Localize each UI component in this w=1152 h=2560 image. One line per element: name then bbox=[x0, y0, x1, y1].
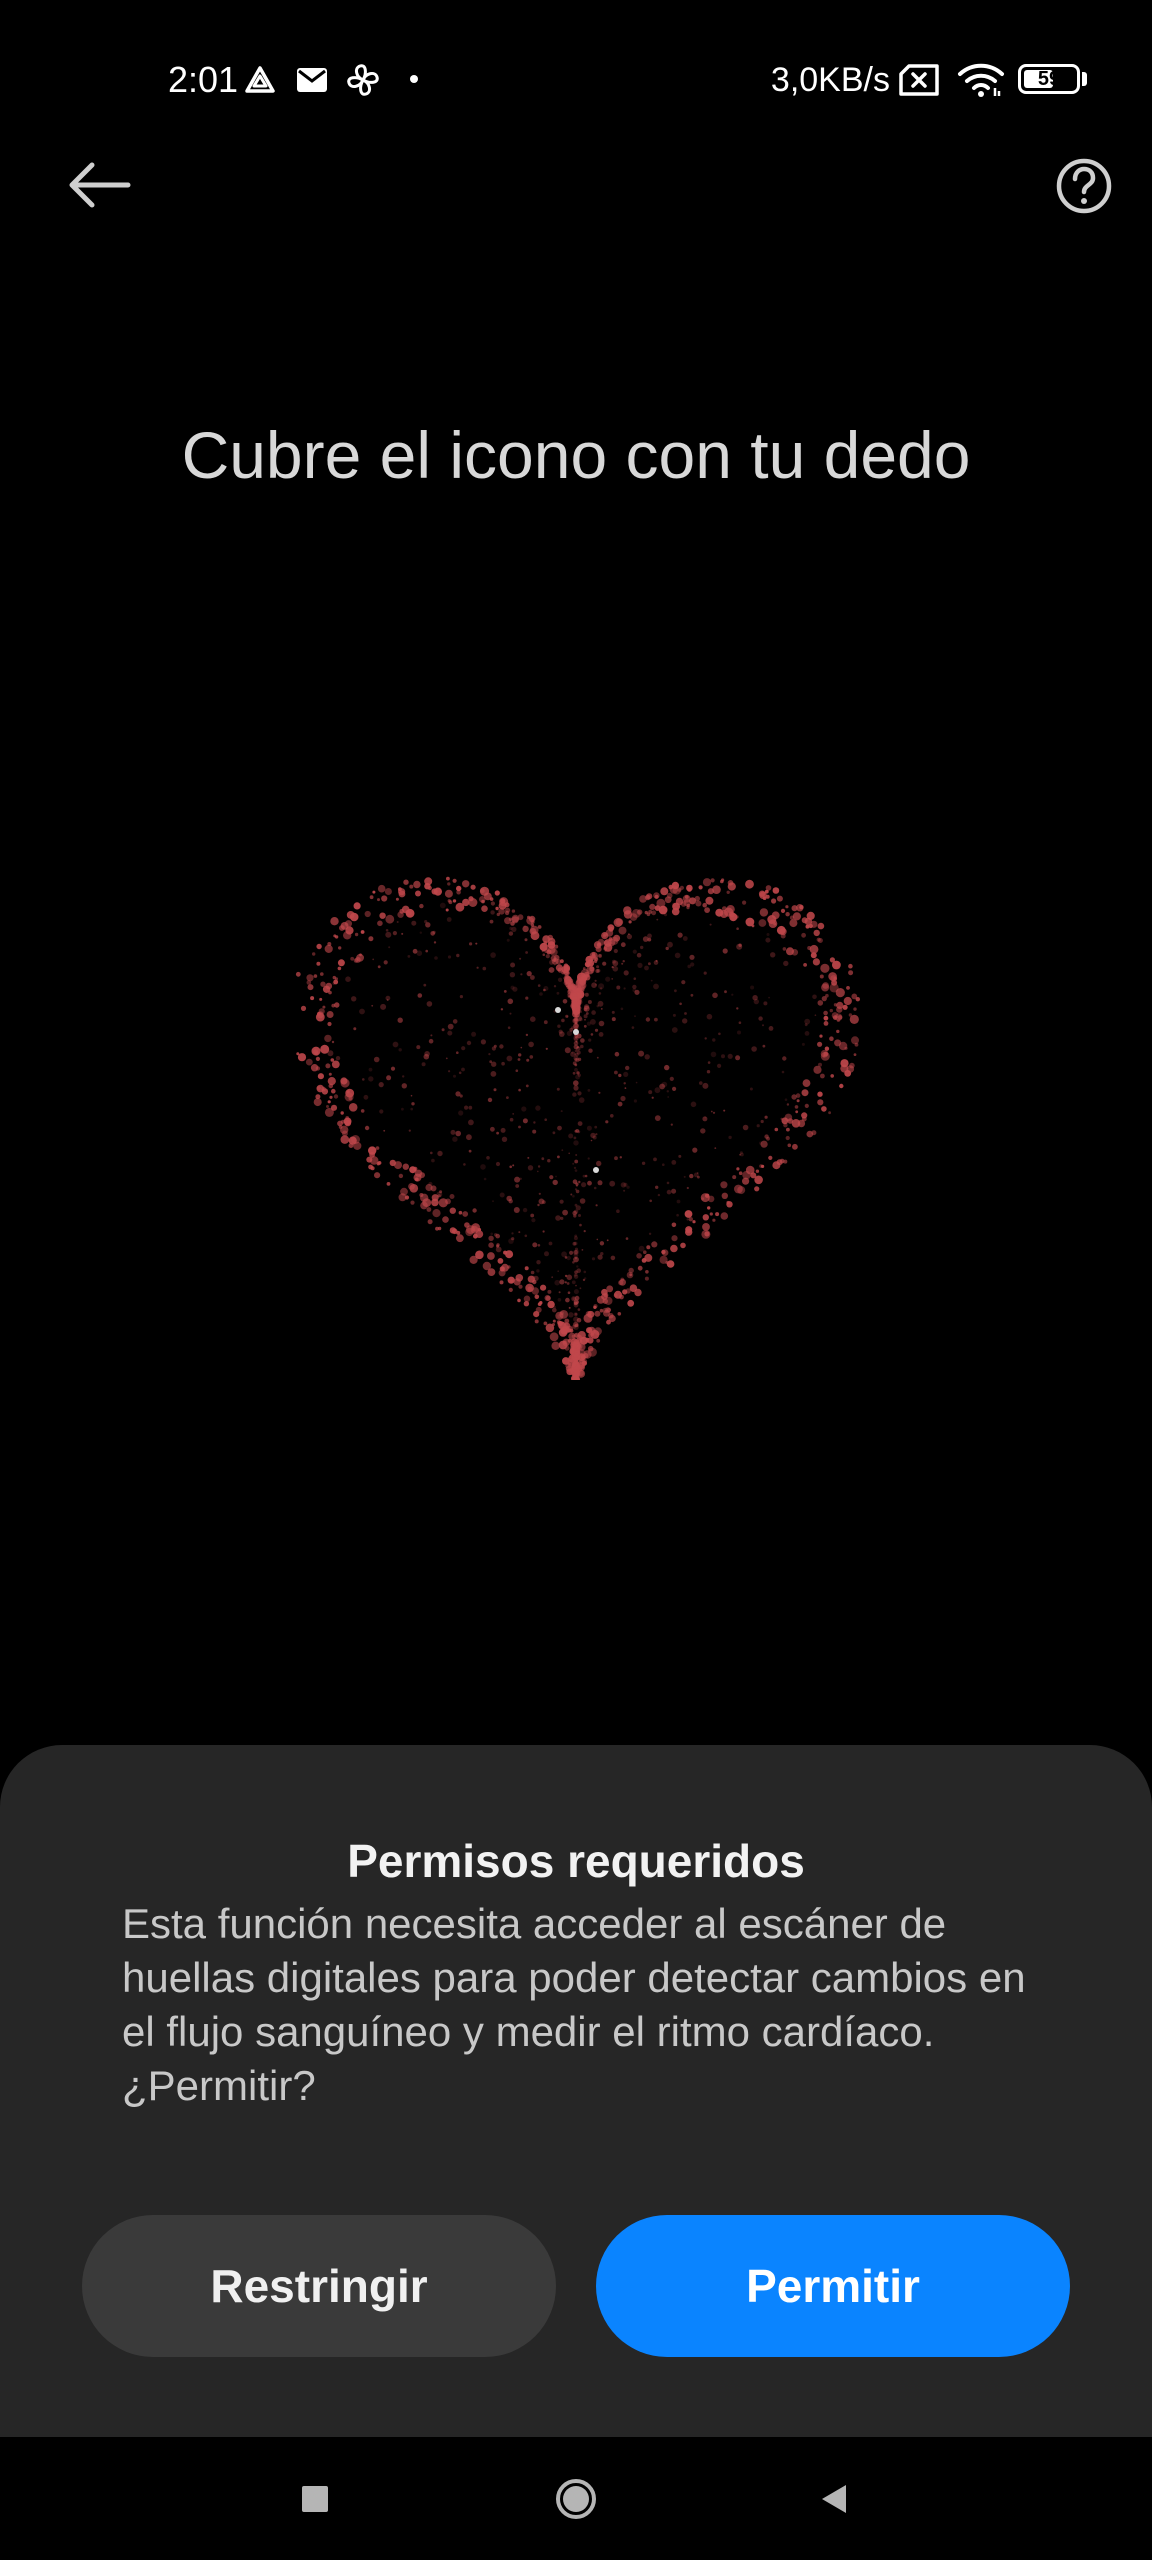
fan-icon bbox=[344, 58, 382, 102]
recents-icon bbox=[302, 2485, 328, 2512]
home-icon bbox=[556, 2478, 596, 2519]
sim-x-icon bbox=[896, 58, 942, 102]
back-icon bbox=[822, 2484, 846, 2513]
battery-level: 59 bbox=[1037, 68, 1061, 90]
nav-home-button[interactable] bbox=[516, 2437, 636, 2560]
status-bar: 2:01 3,0KB/s 59 bbox=[0, 0, 1152, 160]
arrow-left-icon bbox=[69, 162, 131, 208]
back-button[interactable] bbox=[66, 150, 132, 220]
page-title: Cubre el icono con tu dedo bbox=[181, 418, 971, 492]
allow-button-label: Permitir bbox=[746, 2260, 920, 2312]
nav-recents-button[interactable] bbox=[255, 2437, 375, 2560]
help-circle-icon bbox=[1056, 158, 1112, 214]
heart-graphic[interactable] bbox=[276, 840, 876, 1395]
drive-icon bbox=[242, 58, 278, 102]
restrict-button[interactable]: Restringir bbox=[82, 2215, 556, 2357]
help-button[interactable] bbox=[1054, 156, 1114, 216]
battery-icon: 59 bbox=[1018, 64, 1080, 94]
heart-particles-icon bbox=[295, 876, 860, 1395]
permission-sheet: Permisos requeridos Esta función necesit… bbox=[0, 1745, 1152, 2437]
battery-tip bbox=[1082, 72, 1087, 86]
dot-icon bbox=[410, 75, 418, 83]
sheet-body: Esta función necesita acceder al escáner… bbox=[122, 1900, 1026, 2109]
status-time: 2:01 bbox=[168, 59, 239, 100]
navigation-bar bbox=[0, 2437, 1152, 2560]
mail-icon bbox=[294, 58, 330, 102]
nav-back-button[interactable] bbox=[774, 2437, 894, 2560]
restrict-button-label: Restringir bbox=[210, 2260, 428, 2312]
network-speed: 3,0KB/s bbox=[770, 61, 890, 99]
allow-button[interactable]: Permitir bbox=[596, 2215, 1070, 2357]
wifi-icon bbox=[956, 58, 1006, 102]
sheet-title: Permisos requeridos bbox=[347, 1835, 805, 1887]
